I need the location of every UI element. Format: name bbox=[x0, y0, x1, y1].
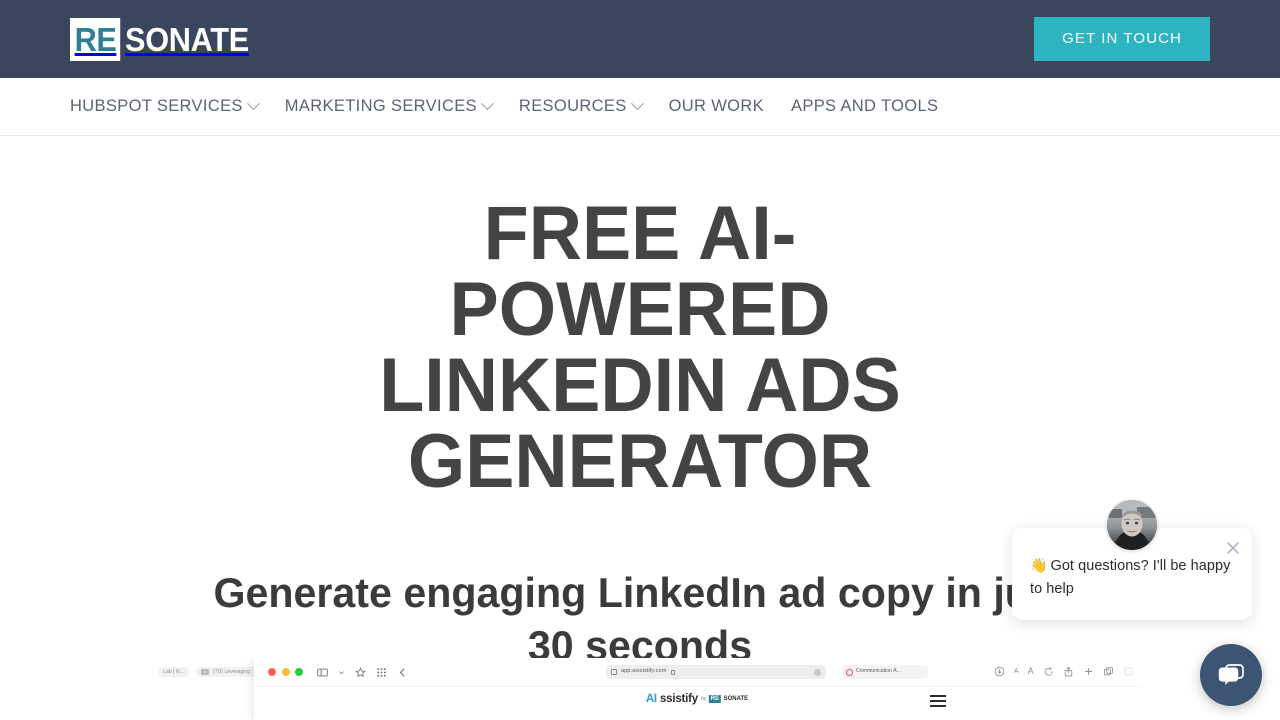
chat-greeting-bubble: 👋 Got questions? I'll be happy to help bbox=[1012, 500, 1252, 620]
nav-item-hubspot-services[interactable]: HUBSPOT SERVICES bbox=[70, 97, 260, 116]
maximize-window-icon[interactable] bbox=[295, 668, 303, 676]
nav-label: HUBSPOT SERVICES bbox=[70, 97, 243, 116]
chevron-down-icon[interactable] bbox=[338, 667, 345, 678]
tab-label: Lab | N... bbox=[163, 669, 184, 675]
nav-item-our-work[interactable]: OUR WORK bbox=[669, 98, 764, 115]
logo-text-suffix: SONATE bbox=[124, 20, 249, 58]
close-icon[interactable] bbox=[1224, 539, 1242, 557]
back-arrow-icon[interactable] bbox=[397, 667, 408, 678]
browser-page-content: AI ssistify by RE SONATE bbox=[254, 686, 1140, 720]
browser-toolbar-icons-left bbox=[317, 666, 408, 678]
nav-label: MARKETING SERVICES bbox=[284, 97, 477, 116]
nav-label: APPS AND TOOLS bbox=[790, 97, 939, 116]
browser-toolbar-icons-right: A A bbox=[994, 666, 1140, 677]
brand-by-text: by bbox=[700, 696, 707, 702]
nav-item-apps-and-tools[interactable]: APPS AND TOOLS bbox=[791, 98, 938, 115]
window-controls bbox=[268, 668, 303, 676]
site-logo[interactable]: RE SONATE bbox=[70, 17, 258, 61]
waving-hand-icon: 👋 bbox=[1030, 557, 1048, 573]
site-header: RE SONATE GET IN TOUCH bbox=[0, 0, 1280, 78]
chat-message-text: Got questions? I'll be happy to help bbox=[1030, 558, 1231, 598]
browser-side-tab[interactable]: Communication A... bbox=[842, 665, 928, 679]
foreground-browser-window: app.aissistify.com Communication A... A … bbox=[254, 658, 1140, 720]
get-in-touch-button[interactable]: GET IN TOUCH bbox=[1034, 16, 1210, 62]
lock-icon bbox=[670, 669, 675, 675]
increase-text-size-icon[interactable]: A bbox=[1028, 667, 1034, 676]
background-tab[interactable]: (7D) Leveraging bbox=[195, 667, 256, 678]
brand-name-text: ssistify bbox=[659, 693, 698, 705]
chevron-down-icon bbox=[481, 97, 494, 111]
demo-video-thumbnail[interactable]: Lab | N... (7D) Leveraging app.aissistif… bbox=[140, 658, 1140, 720]
logo-text-prefix: RE bbox=[70, 17, 121, 61]
hamburger-menu-icon[interactable] bbox=[930, 695, 946, 707]
close-window-icon[interactable] bbox=[268, 668, 276, 676]
sidebar-right-icon[interactable] bbox=[1123, 666, 1134, 677]
brand-ai-text: AI bbox=[645, 693, 657, 705]
tab-overview-icon[interactable] bbox=[1103, 666, 1114, 677]
page-root: RE SONATE GET IN TOUCH HUBSPOT SERVICES M… bbox=[0, 0, 1280, 720]
video-play-icon bbox=[200, 669, 209, 675]
avatar bbox=[1107, 500, 1157, 550]
url-text: app.aissistify.com bbox=[621, 668, 667, 675]
downloads-icon[interactable] bbox=[994, 666, 1005, 677]
nav-item-resources[interactable]: RESOURCES bbox=[518, 97, 644, 116]
avatar-photo-icon bbox=[1107, 500, 1157, 550]
nav-label: OUR WORK bbox=[668, 97, 764, 116]
sidebar-toggle-icon[interactable] bbox=[317, 667, 328, 678]
chat-message: 👋 Got questions? I'll be happy to help bbox=[1030, 554, 1234, 602]
chat-launcher-button[interactable] bbox=[1200, 644, 1262, 706]
new-tab-icon[interactable] bbox=[1083, 666, 1094, 677]
reload-icon[interactable] bbox=[1043, 666, 1054, 677]
background-tab[interactable]: Lab | N... bbox=[158, 667, 189, 678]
tab-label: (7D) Leveraging bbox=[212, 669, 251, 675]
page-settings-icon[interactable] bbox=[611, 669, 617, 675]
decrease-text-size-icon[interactable]: A bbox=[1014, 668, 1019, 675]
side-tab-label: Communication A... bbox=[856, 668, 901, 675]
minimize-window-icon[interactable] bbox=[281, 668, 290, 676]
chevron-down-icon bbox=[246, 97, 260, 111]
browser-toolbar: app.aissistify.com Communication A... A … bbox=[254, 658, 1140, 686]
chevron-down-icon bbox=[630, 97, 644, 111]
nav-label: RESOURCES bbox=[518, 97, 627, 116]
main-navigation: HUBSPOT SERVICES MARKETING SERVICES RESO… bbox=[0, 78, 1280, 136]
hero-section: FREE AI-POWERED LINKEDIN ADS GENERATOR G… bbox=[0, 136, 1280, 720]
site-favicon-icon bbox=[846, 668, 853, 676]
hero-subtitle: Generate engaging LinkedIn ad copy in ju… bbox=[213, 569, 1067, 669]
chat-bubbles-icon bbox=[1218, 664, 1244, 685]
page-title: FREE AI-POWERED LINKEDIN ADS GENERATOR bbox=[379, 191, 901, 504]
reader-mode-icon[interactable] bbox=[814, 668, 821, 676]
nav-item-marketing-services[interactable]: MARKETING SERVICES bbox=[284, 97, 494, 116]
aissistify-logo: AI ssistify by RE SONATE bbox=[646, 693, 748, 705]
browser-url-bar[interactable]: app.aissistify.com bbox=[606, 665, 826, 679]
brand-logo-prefix: RE bbox=[709, 695, 721, 703]
grid-apps-icon[interactable] bbox=[376, 667, 387, 678]
bookmark-star-icon[interactable] bbox=[355, 666, 366, 678]
background-browser-tabs: Lab | N... (7D) Leveraging bbox=[158, 667, 256, 678]
share-icon[interactable] bbox=[1063, 666, 1074, 677]
brand-logo-suffix: SONATE bbox=[723, 696, 749, 702]
